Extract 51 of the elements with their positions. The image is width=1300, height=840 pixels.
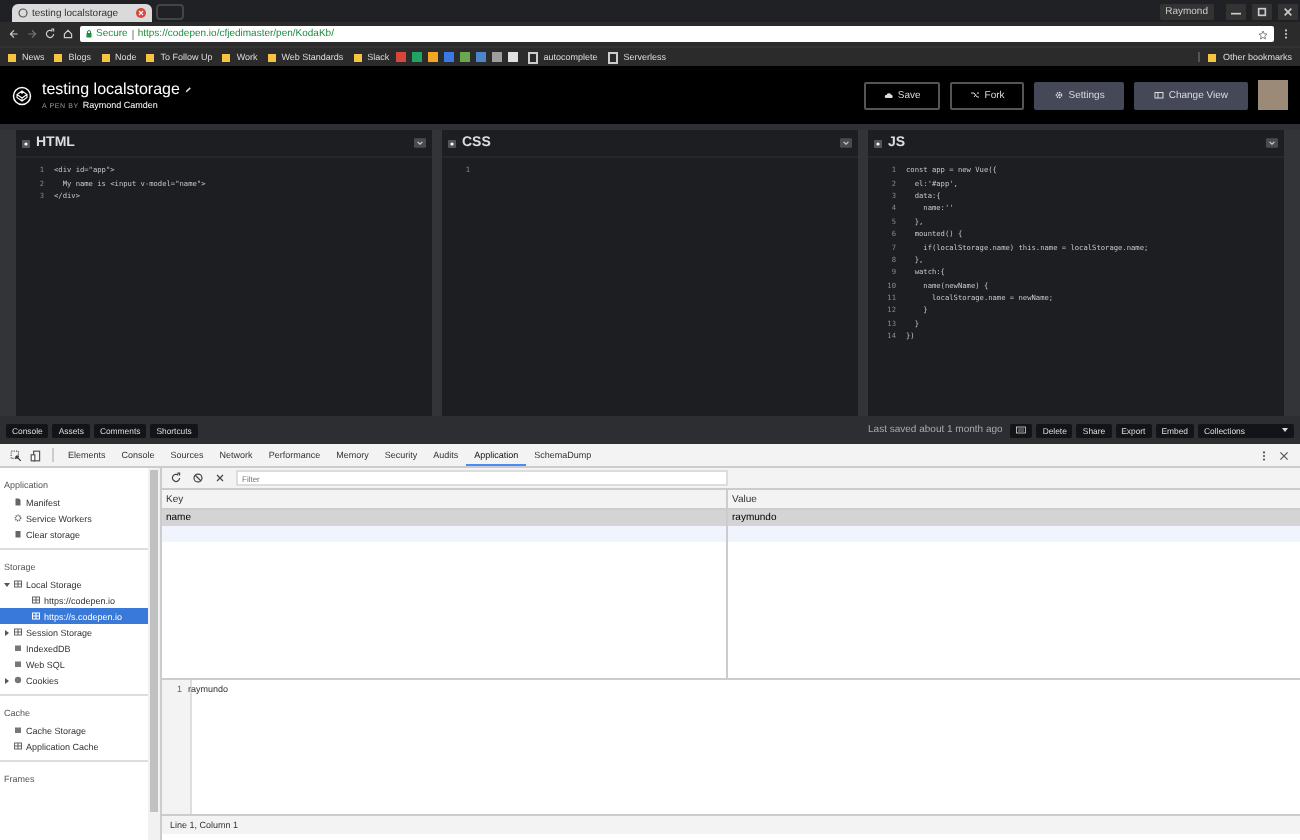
bookmark-app-icon[interactable] [459,52,470,62]
bookmark-app-icon[interactable] [507,52,518,62]
delete-icon[interactable] [214,472,226,484]
globe-icon [18,8,28,18]
grid-icon [14,580,22,588]
settings-icon[interactable] [448,139,456,147]
file-icon [14,498,22,506]
pencil-icon[interactable] [183,85,192,93]
codepen-logo-icon[interactable] [12,85,32,105]
collapsed-arrow-icon[interactable] [4,677,10,683]
reload-icon[interactable] [44,28,56,40]
back-icon[interactable] [8,28,20,40]
close-icon[interactable] [1278,3,1298,19]
restore-icon[interactable] [1252,3,1272,19]
minimize-icon[interactable] [1226,3,1246,19]
cookie-icon [14,676,22,684]
dropdown-icon[interactable] [414,138,426,148]
settings-icon [1054,90,1065,100]
db-icon [14,726,22,734]
dropdown-icon[interactable] [1266,138,1278,148]
grid-icon [14,742,22,750]
bookmark-app-icon[interactable] [427,52,438,62]
close-icon[interactable] [1278,449,1290,461]
keyboard-icon [1016,426,1027,434]
lock-icon [86,30,92,38]
inspect-icon[interactable] [10,449,22,461]
settings-icon[interactable] [22,139,30,147]
clear-icon[interactable] [192,472,204,484]
pen-title: testing localstorage [42,80,180,98]
star-icon[interactable] [1258,29,1268,39]
grid-icon [32,612,40,620]
cloud-icon [883,90,894,100]
scrollbar[interactable] [148,468,160,840]
dropdown-icon[interactable] [840,138,852,148]
keyboard-shortcuts-button[interactable] [1010,423,1033,437]
caret-icon [1282,428,1288,432]
bin-icon [14,530,22,538]
collapsed-arrow-icon[interactable] [4,629,10,635]
fork-icon [970,90,981,100]
layout-icon [1154,90,1165,100]
grid-icon [32,596,40,604]
bookmark-app-icon[interactable] [491,52,502,62]
bookmark-app-icon[interactable] [411,52,422,62]
refresh-icon[interactable] [170,472,182,484]
device-toolbar-icon[interactable] [30,449,42,461]
expanded-arrow-icon[interactable] [4,581,10,587]
home-icon[interactable] [62,28,74,40]
settings-icon[interactable] [874,139,882,147]
gear-icon [14,514,22,522]
grid-icon [14,628,22,636]
forward-icon[interactable] [26,28,38,40]
